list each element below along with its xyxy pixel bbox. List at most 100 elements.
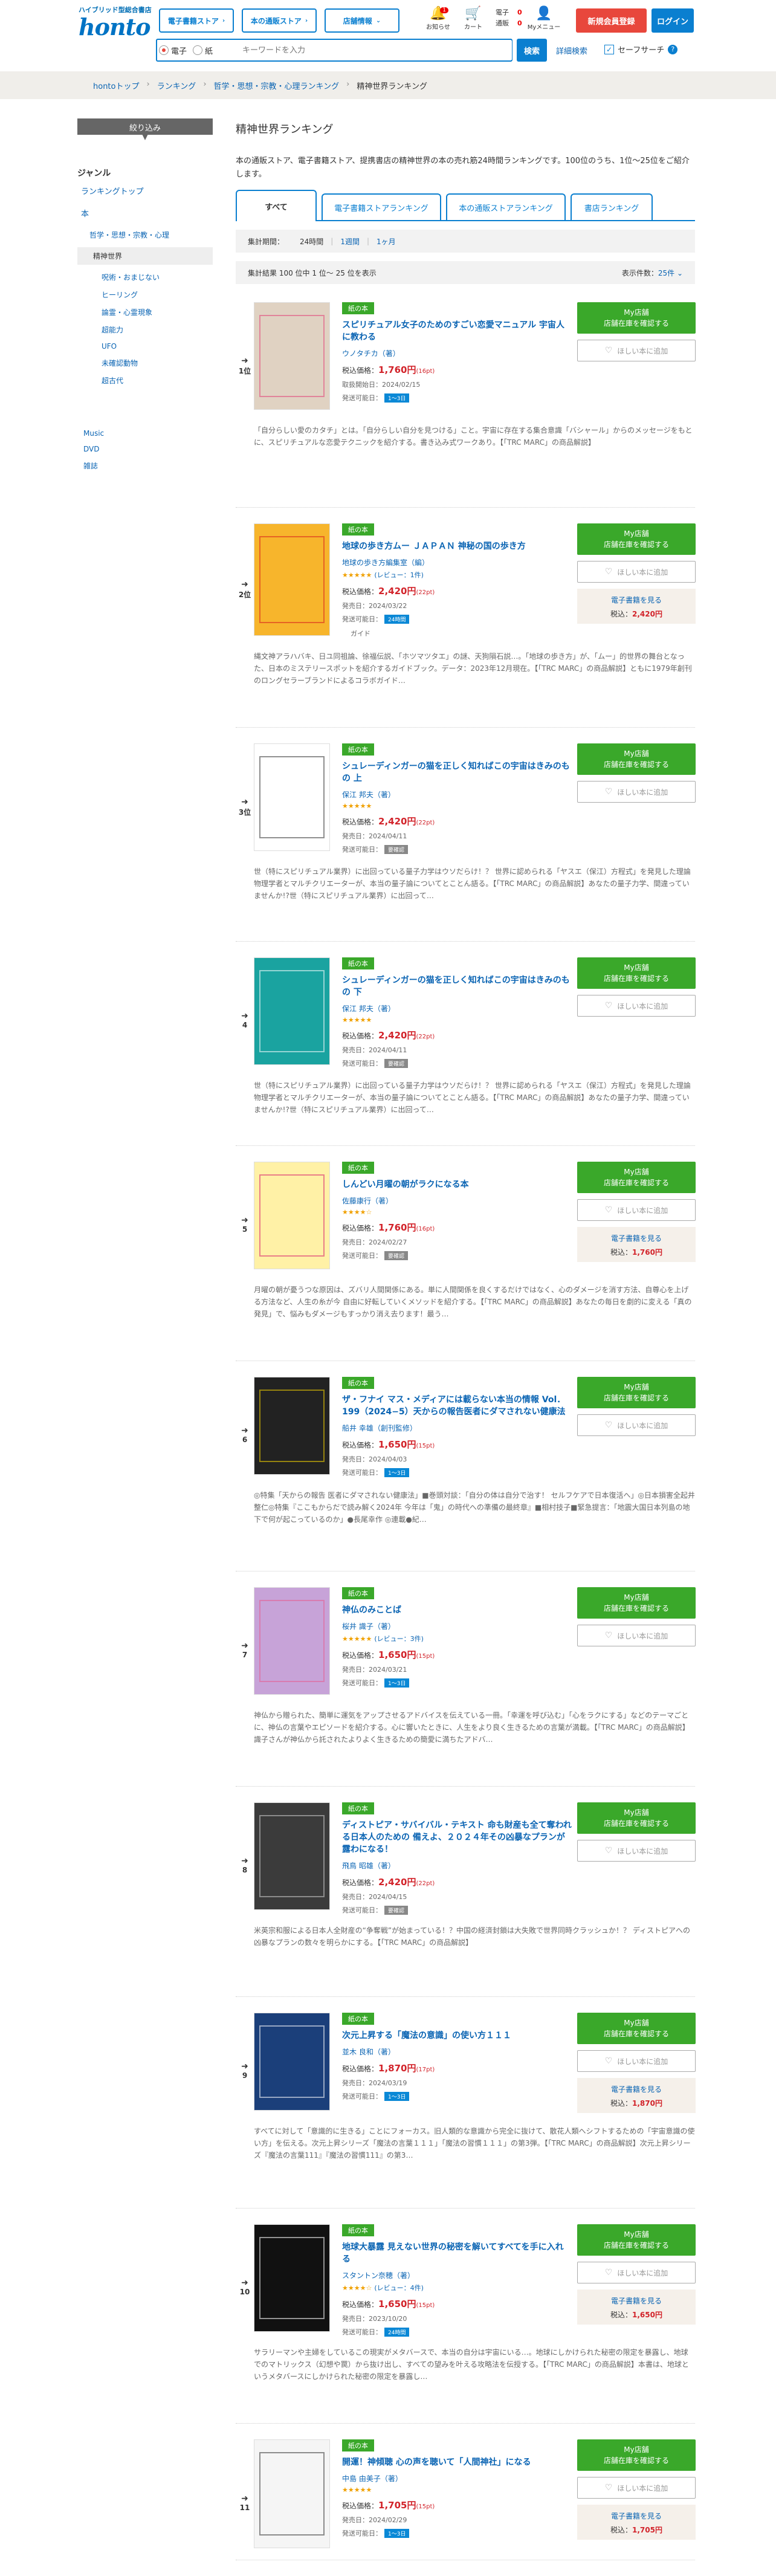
wishlist-button[interactable]: ♡ ほしい本に追加 <box>577 561 696 583</box>
book-title[interactable]: ザ・フナイ マス・メディアには載らない本当の情報 Vol．199（2024−5）… <box>342 1394 572 1418</box>
book-author[interactable]: 保江 邦夫（著） <box>342 1003 572 1014</box>
book-title[interactable]: シュレーディンガーの猫を正しく知ればこの宇宙はきみのもの 上 <box>342 760 572 785</box>
nav-shop-info[interactable]: 店舗情報 ⌄ <box>325 8 399 33</box>
sidebar-music[interactable]: Music <box>77 429 213 438</box>
sidebar-category[interactable]: 哲学・思想・宗教・心理 <box>77 230 213 240</box>
book-author[interactable]: 中島 由美子（著） <box>342 2473 572 2484</box>
book-title[interactable]: 次元上昇する「魔法の意識」の使い方１１１ <box>342 2030 572 2042</box>
ebook-link[interactable]: 電子書籍を見る <box>611 2085 662 2094</box>
book-author[interactable]: 保江 邦夫（著） <box>342 789 572 800</box>
ebook-link[interactable]: 電子書籍を見る <box>611 2297 662 2305</box>
site-logo[interactable]: honto <box>79 13 150 40</box>
my-store-button[interactable]: My店舗 店舗在庫を確認する <box>577 302 696 334</box>
notice-button[interactable]: 🔔 1 お知らせ <box>423 6 453 31</box>
cart-counts[interactable]: 電子 0 通販 0 <box>496 7 522 29</box>
my-store-button[interactable]: My店舗 店舗在庫を確認する <box>577 2439 696 2471</box>
tab-mailorder[interactable]: 本の通販ストアランキング <box>446 193 566 220</box>
narrow-down-button[interactable]: 絞り込み <box>77 118 213 140</box>
search-button[interactable]: 検索 <box>517 39 547 62</box>
book-cover[interactable] <box>254 1377 330 1475</box>
sidebar-sub[interactable]: ヒーリング <box>77 290 213 300</box>
book-cover[interactable] <box>254 1802 330 1910</box>
book-cover[interactable] <box>254 957 330 1065</box>
cart-button[interactable]: 🛒 カート <box>458 6 488 31</box>
review-count[interactable]: (レビュー：4件) <box>374 2284 424 2292</box>
radio-paper[interactable]: 紙 <box>193 45 213 56</box>
book-title[interactable]: 神仏のみことば <box>342 1604 572 1616</box>
wishlist-button[interactable]: ♡ ほしい本に追加 <box>577 781 696 803</box>
wishlist-button[interactable]: ♡ ほしい本に追加 <box>577 995 696 1017</box>
checkbox-checked-icon[interactable]: ✓ <box>604 44 614 54</box>
my-store-button[interactable]: My店舗 店舗在庫を確認する <box>577 743 696 775</box>
per-page-select[interactable]: 表示件数：25件 ⌄ <box>622 268 683 278</box>
review-count[interactable]: (レビュー：1件) <box>374 571 424 579</box>
book-cover[interactable] <box>254 2224 330 2332</box>
breadcrumb-item[interactable]: 哲学・思想・宗教・心理ランキング <box>214 80 340 91</box>
tab-ebook[interactable]: 電子書籍ストアランキング <box>322 193 441 220</box>
book-author[interactable]: スタントン奈穂（著） <box>342 2270 572 2280</box>
wishlist-button[interactable]: ♡ ほしい本に追加 <box>577 1625 696 1646</box>
my-store-button[interactable]: My店舗 店舗在庫を確認する <box>577 1802 696 1834</box>
wishlist-button[interactable]: ♡ ほしい本に追加 <box>577 2050 696 2072</box>
register-button[interactable]: 新規会員登録 <box>576 8 647 33</box>
wishlist-button[interactable]: ♡ ほしい本に追加 <box>577 2262 696 2283</box>
login-button[interactable]: ログイン <box>652 8 694 33</box>
safe-search-toggle[interactable]: ✓ セーフサーチ? <box>604 44 678 55</box>
my-store-button[interactable]: My店舗 店舗在庫を確認する <box>577 2013 696 2044</box>
mymenu-button[interactable]: 👤 Myメニュー <box>526 6 562 31</box>
sidebar-sub[interactable]: 超古代 <box>77 375 213 386</box>
my-store-button[interactable]: My店舗 店舗在庫を確認する <box>577 1162 696 1193</box>
sidebar-sub[interactable]: UFO <box>77 342 213 351</box>
sidebar-sub[interactable]: 未確認動物 <box>77 358 213 368</box>
my-store-button[interactable]: My店舗 店舗在庫を確認する <box>577 1587 696 1619</box>
sidebar-sub[interactable]: 呪術・おまじない <box>77 272 213 282</box>
review-count[interactable]: (レビュー：3件) <box>374 1635 424 1643</box>
book-title[interactable]: 開運！神傾聴 心の声を聴いて「人間神社」になる <box>342 2456 572 2468</box>
breadcrumb-item[interactable]: hontoトップ <box>93 80 139 91</box>
nav-ebook-store[interactable]: 電子書籍ストア › <box>159 8 234 33</box>
search-input[interactable] <box>239 40 512 60</box>
radio-ebook[interactable]: 電子 <box>159 45 187 56</box>
tab-store[interactable]: 書店ランキング <box>571 193 653 220</box>
per-page-value[interactable]: 25件 <box>658 269 674 277</box>
book-title[interactable]: ディストピア・サバイバル・テキスト 命も財産も全て奪われる日本人のための 備えよ… <box>342 1819 572 1856</box>
sidebar-book[interactable]: 本 <box>77 207 213 219</box>
sidebar-sub[interactable]: 論霊・心霊現象 <box>77 307 213 317</box>
sidebar-magazine[interactable]: 雑誌 <box>77 461 213 471</box>
book-author[interactable]: 船井 幸雄（創刊監修） <box>342 1423 572 1433</box>
book-cover[interactable] <box>254 2439 330 2548</box>
period-1m[interactable]: 1ヶ月 <box>377 236 396 247</box>
book-cover[interactable] <box>254 302 330 410</box>
my-store-button[interactable]: My店舗 店舗在庫を確認する <box>577 523 696 555</box>
sidebar-ranking-top[interactable]: ランキングトップ <box>77 185 213 196</box>
tab-all[interactable]: すべて <box>236 190 317 221</box>
book-cover[interactable] <box>254 1587 330 1695</box>
book-title[interactable]: 地球大暴露 見えない世界の秘密を解いてすべてを手に入れる <box>342 2241 572 2265</box>
wishlist-button[interactable]: ♡ ほしい本に追加 <box>577 1840 696 1862</box>
ebook-link[interactable]: 電子書籍を見る <box>611 596 662 604</box>
help-icon[interactable]: ? <box>668 44 678 54</box>
book-cover[interactable] <box>254 2013 330 2111</box>
book-author[interactable]: 佐藤康行（著） <box>342 1196 572 1206</box>
wishlist-button[interactable]: ♡ ほしい本に追加 <box>577 2477 696 2499</box>
wishlist-button[interactable]: ♡ ほしい本に追加 <box>577 1414 696 1436</box>
book-title[interactable]: しんどい月曜の朝がラクになる本 <box>342 1179 572 1191</box>
breadcrumb-item[interactable]: ランキング <box>157 80 196 91</box>
ebook-link[interactable]: 電子書籍を見る <box>611 1234 662 1243</box>
nav-book-store[interactable]: 本の通販ストア › <box>242 8 317 33</box>
sidebar-sub[interactable]: 超能力 <box>77 325 213 335</box>
book-author[interactable]: 並木 良和（著） <box>342 2047 572 2057</box>
my-store-button[interactable]: My店舗 店舗在庫を確認する <box>577 2224 696 2256</box>
my-store-button[interactable]: My店舗 店舗在庫を確認する <box>577 957 696 989</box>
book-author[interactable]: 飛鳥 昭雄（著） <box>342 1860 572 1871</box>
book-author[interactable]: 桜井 識子（著） <box>342 1621 572 1631</box>
book-title[interactable]: 地球の歩き方ムー ＪＡＰＡＮ 神秘の国の歩き方 <box>342 540 572 552</box>
my-store-button[interactable]: My店舗 店舗在庫を確認する <box>577 1377 696 1408</box>
wishlist-button[interactable]: ♡ ほしい本に追加 <box>577 1199 696 1221</box>
book-title[interactable]: スピリチュアル女子のためのすごい恋愛マニュアル 宇宙人に教わる <box>342 319 572 343</box>
wishlist-button[interactable]: ♡ ほしい本に追加 <box>577 340 696 361</box>
advanced-search-link[interactable]: 詳細検索 <box>556 45 587 56</box>
book-cover[interactable] <box>254 1162 330 1269</box>
sidebar-dvd[interactable]: DVD <box>77 445 213 453</box>
ebook-link[interactable]: 電子書籍を見る <box>611 2512 662 2520</box>
